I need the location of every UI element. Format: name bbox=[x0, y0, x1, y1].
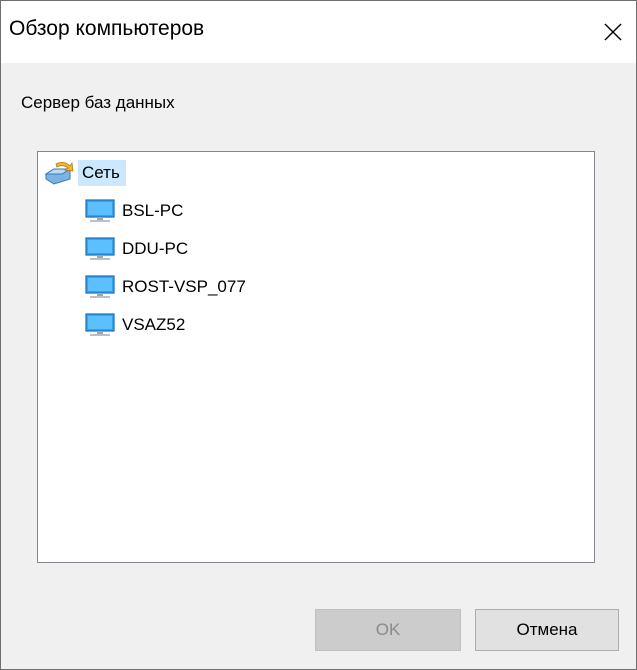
computer-tree[interactable]: Сеть BSL-PC DDU-PC ROST-VSP_077 VSAZ52 bbox=[37, 151, 595, 563]
network-icon bbox=[44, 160, 76, 186]
close-button[interactable] bbox=[590, 1, 636, 63]
cancel-button[interactable]: Отмена bbox=[475, 609, 619, 651]
dialog-subtitle: Сервер баз данных bbox=[21, 93, 175, 112]
computer-icon bbox=[84, 236, 116, 262]
browse-computers-dialog: Обзор компьютеров Сервер баз данных Сеть bbox=[0, 0, 637, 670]
tree-item-computer[interactable]: DDU-PC bbox=[84, 234, 188, 264]
tree-item-label: BSL-PC bbox=[122, 201, 184, 220]
ok-button[interactable]: OK bbox=[315, 609, 461, 651]
tree-item-label: DDU-PC bbox=[122, 239, 189, 258]
close-icon bbox=[604, 23, 622, 41]
tree-item-computer[interactable]: ROST-VSP_077 bbox=[84, 272, 246, 302]
tree-item-computer[interactable]: VSAZ52 bbox=[84, 310, 185, 340]
tree-item-label: VSAZ52 bbox=[122, 315, 186, 334]
title-bar: Обзор компьютеров bbox=[1, 1, 636, 63]
tree-item-computer[interactable]: BSL-PC bbox=[84, 196, 183, 226]
tree-root-network[interactable]: Сеть bbox=[44, 158, 126, 188]
tree-item-label: ROST-VSP_077 bbox=[122, 277, 246, 296]
computer-icon bbox=[84, 274, 116, 300]
dialog-title: Обзор компьютеров bbox=[9, 17, 205, 40]
computer-icon bbox=[84, 312, 116, 338]
tree-root-label: Сеть bbox=[78, 160, 126, 186]
computer-icon bbox=[84, 198, 116, 224]
